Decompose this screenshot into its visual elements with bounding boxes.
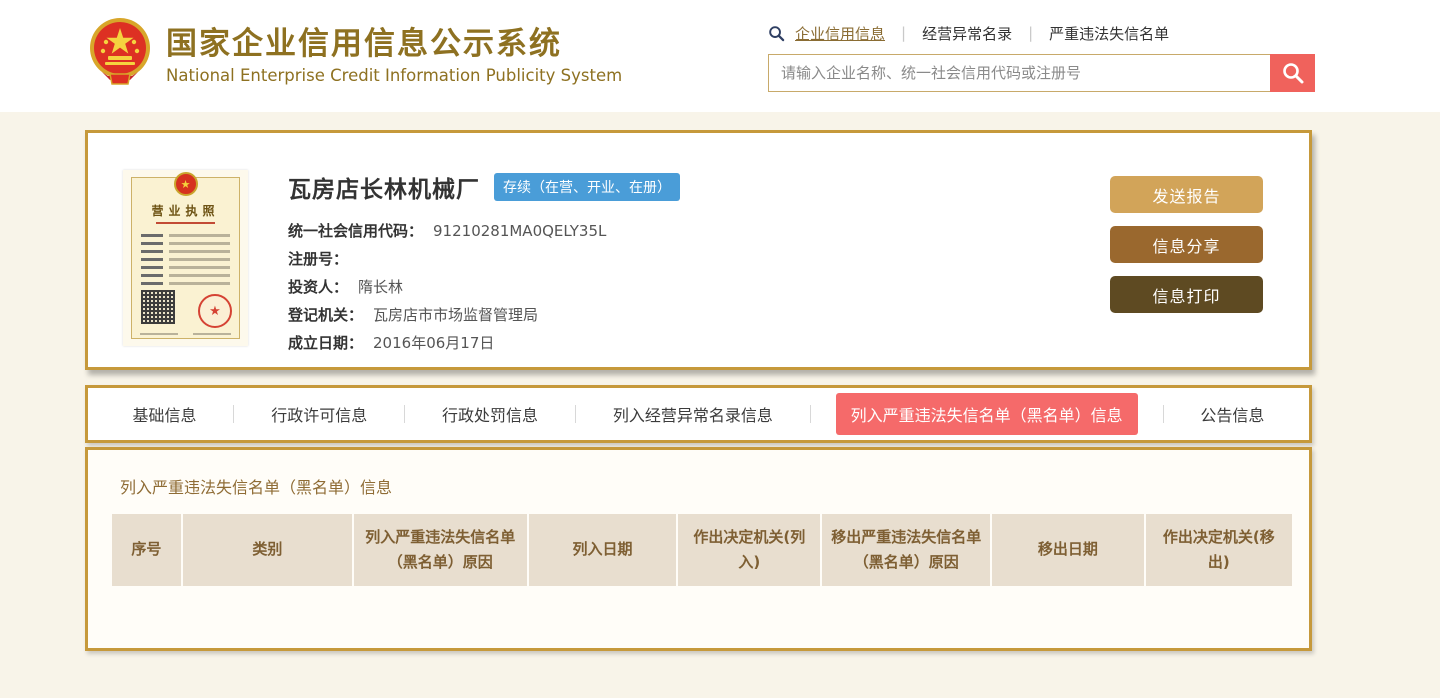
tab-administrative-penalty[interactable]: 行政处罚信息	[430, 394, 550, 434]
search-button[interactable]	[1270, 54, 1315, 92]
section-title: 列入严重违法失信名单（黑名单）信息	[120, 478, 393, 497]
tab-basic-info[interactable]: 基础信息	[120, 394, 208, 434]
brand-area: 国家企业信用信息公示系统 National Enterprise Credit …	[88, 16, 622, 94]
header-search-area: 企业信用信息 | 经营异常名录 | 严重违法失信名单	[768, 22, 1320, 92]
search-button-icon	[1282, 63, 1303, 84]
license-red-seal: ★	[198, 294, 232, 328]
national-emblem-logo	[90, 18, 150, 85]
tab-separator	[809, 405, 811, 423]
field-credit-code: 统一社会信用代码： 91210281MA0QELY35L	[288, 222, 607, 240]
search-type-nav: 企业信用信息 | 经营异常名录 | 严重违法失信名单	[768, 22, 1320, 44]
nav-separator: |	[901, 24, 907, 42]
blacklist-section: 列入严重违法失信名单（黑名单）信息 序号 类别 列入严重违法失信名单（黑名单）原…	[85, 447, 1312, 651]
col-header-category: 类别	[182, 514, 354, 586]
col-header-inclusion-reason: 列入严重违法失信名单（黑名单）原因	[353, 514, 529, 586]
site-title: 国家企业信用信息公示系统	[166, 26, 562, 63]
print-info-button[interactable]: 信息打印	[1110, 276, 1263, 313]
tab-separator	[404, 405, 406, 423]
tab-separator	[574, 405, 576, 423]
field-registration-authority: 登记机关： 瓦房店市市场监督管理局	[288, 306, 539, 324]
company-info: 瓦房店长林机械厂 存续（在营、开业、在册） 统一社会信用代码： 91210281…	[288, 170, 680, 367]
search-icon	[769, 25, 785, 41]
tab-blacklist-active[interactable]: 列入严重违法失信名单（黑名单）信息	[835, 393, 1138, 435]
col-header-removal-reason: 移出严重违法失信名单（黑名单）原因	[822, 514, 993, 586]
page-header: 国家企业信用信息公示系统 National Enterprise Credit …	[0, 0, 1440, 112]
license-emblem-icon: ★	[173, 172, 198, 196]
business-license-image: ★ 营业执照 ★	[123, 170, 248, 346]
license-text-rows	[141, 234, 230, 290]
table-empty-body	[112, 585, 1285, 628]
col-header-removal-date: 移出日期	[992, 514, 1146, 586]
license-qr-code	[141, 290, 175, 324]
tab-abnormal-operations[interactable]: 列入经营异常名录信息	[601, 394, 785, 434]
col-header-inclusion-date: 列入日期	[528, 514, 679, 586]
tab-separator	[1162, 405, 1164, 423]
nav-separator: |	[1028, 24, 1034, 42]
license-number-line	[155, 222, 216, 224]
license-footer-lines	[140, 333, 231, 335]
search-input[interactable]	[768, 54, 1270, 92]
brand-titles: 国家企业信用信息公示系统 National Enterprise Credit …	[166, 25, 622, 85]
col-header-removal-authority: 作出决定机关(移出)	[1145, 514, 1292, 586]
share-info-button[interactable]: 信息分享	[1110, 226, 1263, 263]
col-header-index: 序号	[112, 514, 183, 586]
site-subtitle: National Enterprise Credit Information P…	[166, 65, 623, 85]
nav-link-abnormal-list[interactable]: 经营异常名录	[922, 23, 1012, 44]
tab-separator	[233, 405, 235, 423]
tab-administrative-license[interactable]: 行政许可信息	[259, 394, 379, 434]
send-report-button[interactable]: 发送报告	[1110, 176, 1263, 213]
search-bar	[768, 54, 1320, 92]
info-tab-bar: 基础信息 行政许可信息 行政处罚信息 列入经营异常名录信息 列入严重违法失信名单…	[85, 385, 1312, 443]
col-header-inclusion-authority: 作出决定机关(列入)	[678, 514, 823, 586]
business-license-certificate: ★ 营业执照 ★	[131, 172, 240, 339]
nav-link-blacklist[interactable]: 严重违法失信名单	[1049, 23, 1169, 44]
license-title: 营业执照	[151, 204, 220, 218]
status-badge: 存续（在营、开业、在册）	[494, 173, 680, 201]
blacklist-table: 序号 类别 列入严重违法失信名单（黑名单）原因 列入日期 作出决定机关(列入) …	[112, 514, 1292, 586]
company-action-buttons: 发送报告 信息分享 信息打印	[1110, 176, 1263, 326]
nav-link-credit-info[interactable]: 企业信用信息	[795, 23, 885, 44]
company-fields: 统一社会信用代码： 91210281MA0QELY35L 注册号： 投资人： 隋…	[288, 217, 680, 357]
field-establishment-date: 成立日期： 2016年06月17日	[288, 334, 495, 352]
tab-announcements[interactable]: 公告信息	[1188, 394, 1276, 434]
table-header-row: 序号 类别 列入严重违法失信名单（黑名单）原因 列入日期 作出决定机关(列入) …	[112, 514, 1292, 586]
field-investor: 投资人： 隋长林	[288, 278, 404, 296]
company-name: 瓦房店长林机械厂	[288, 177, 480, 203]
company-summary-card: ★ 营业执照 ★ 瓦房店长林机械厂 存续（在营、开业、在册） 统一社会信用代码：…	[85, 130, 1312, 370]
field-registration-number: 注册号：	[288, 250, 349, 268]
